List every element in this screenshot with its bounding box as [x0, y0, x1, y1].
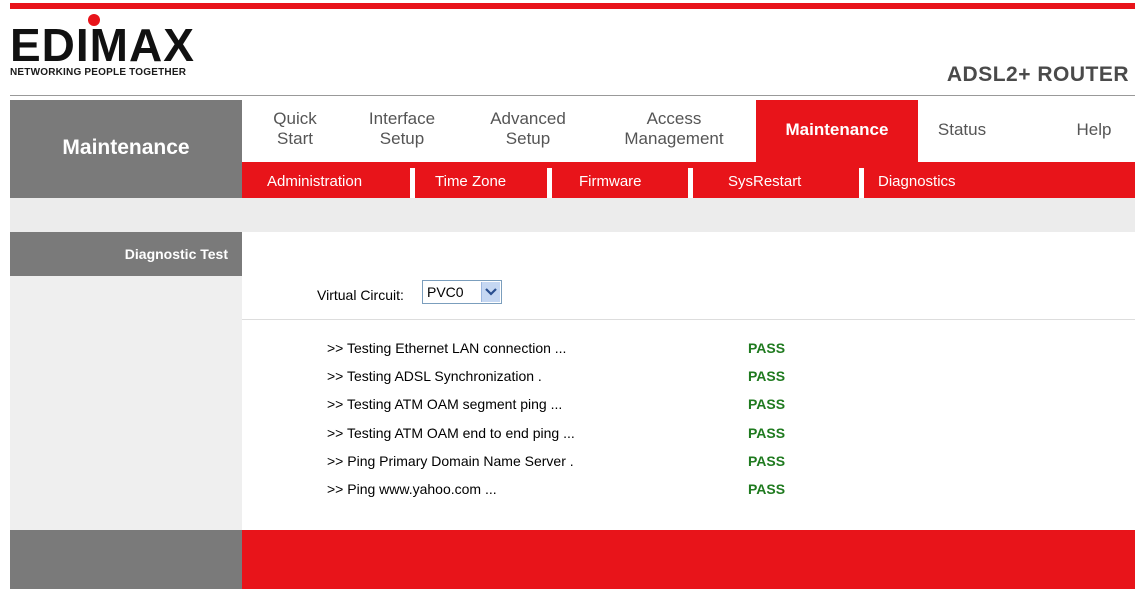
menu-maintenance[interactable]: Maintenance — [756, 100, 918, 162]
submenu-separator — [547, 168, 552, 198]
menu-help[interactable]: Help — [1064, 120, 1124, 140]
menu-label: Maintenance — [785, 120, 889, 139]
menu-quick-start[interactable]: Quick Start — [265, 109, 325, 149]
submenu-firmware[interactable]: Firmware — [579, 173, 642, 190]
dropdown-arrow-icon[interactable] — [481, 282, 500, 302]
test-result: PASS — [748, 481, 786, 497]
results-divider — [242, 319, 1135, 320]
test-result: PASS — [748, 340, 786, 356]
menu-label-line1: Advanced — [490, 109, 566, 128]
menu-label-line2: Setup — [505, 129, 551, 148]
header-divider — [10, 95, 1135, 96]
menu-label-line1: Interface — [368, 109, 436, 128]
menu-label-line1: Access — [646, 109, 702, 128]
test-name: >> Ping Primary Domain Name Server . — [327, 453, 574, 469]
virtual-circuit-value: PVC0 — [427, 284, 464, 300]
submenu-separator — [859, 168, 864, 198]
diagnostic-test-label: Diagnostic Test — [10, 232, 242, 276]
menu-interface-setup[interactable]: Interface Setup — [356, 109, 448, 149]
menu-access-management[interactable]: Access Management — [609, 109, 739, 149]
virtual-circuit-select[interactable]: PVC0 — [422, 280, 502, 304]
menu-label-line2: Setup — [379, 129, 425, 148]
submenu-administration[interactable]: Administration — [267, 173, 362, 190]
menu-label-line1: Quick — [273, 109, 317, 128]
test-name: >> Testing ATM OAM end to end ping ... — [327, 425, 575, 441]
submenu-time-zone[interactable]: Time Zone — [435, 173, 506, 190]
menu-label-line2: Management — [624, 129, 724, 148]
test-result: PASS — [748, 425, 786, 441]
submenu-separator — [688, 168, 693, 198]
menu-label-line2: Start — [277, 129, 313, 148]
submenu-separator — [410, 168, 415, 198]
test-name: >> Testing Ethernet LAN connection ... — [327, 340, 567, 356]
spacer-band — [10, 198, 1135, 232]
test-name: >> Testing ADSL Synchronization . — [327, 368, 542, 384]
test-name: >> Testing ATM OAM segment ping ... — [327, 396, 563, 412]
test-result: PASS — [748, 396, 786, 412]
menu-advanced-setup[interactable]: Advanced Setup — [478, 109, 578, 149]
submenu-diagnostics[interactable]: Diagnostics — [878, 173, 956, 190]
test-result: PASS — [748, 453, 786, 469]
sub-menu-bar: Administration Time Zone Firmware SysRes… — [242, 162, 1135, 198]
product-name: ADSL2+ ROUTER — [946, 63, 1129, 86]
top-red-line — [10, 3, 1135, 9]
test-result: PASS — [748, 368, 786, 384]
left-column — [10, 232, 242, 530]
svg-text:EDIMAX: EDIMAX — [10, 19, 195, 71]
section-title: Maintenance — [62, 136, 190, 159]
footer-left-panel — [10, 530, 242, 589]
logo-tagline: NETWORKING PEOPLE TOGETHER — [10, 67, 187, 78]
virtual-circuit-label: Virtual Circuit: — [317, 287, 404, 303]
footer-red-bar — [242, 530, 1135, 589]
submenu-sysrestart[interactable]: SysRestart — [728, 173, 801, 190]
test-name: >> Ping www.yahoo.com ... — [327, 481, 497, 497]
menu-status[interactable]: Status — [925, 120, 999, 140]
left-label-text: Diagnostic Test — [124, 246, 228, 262]
